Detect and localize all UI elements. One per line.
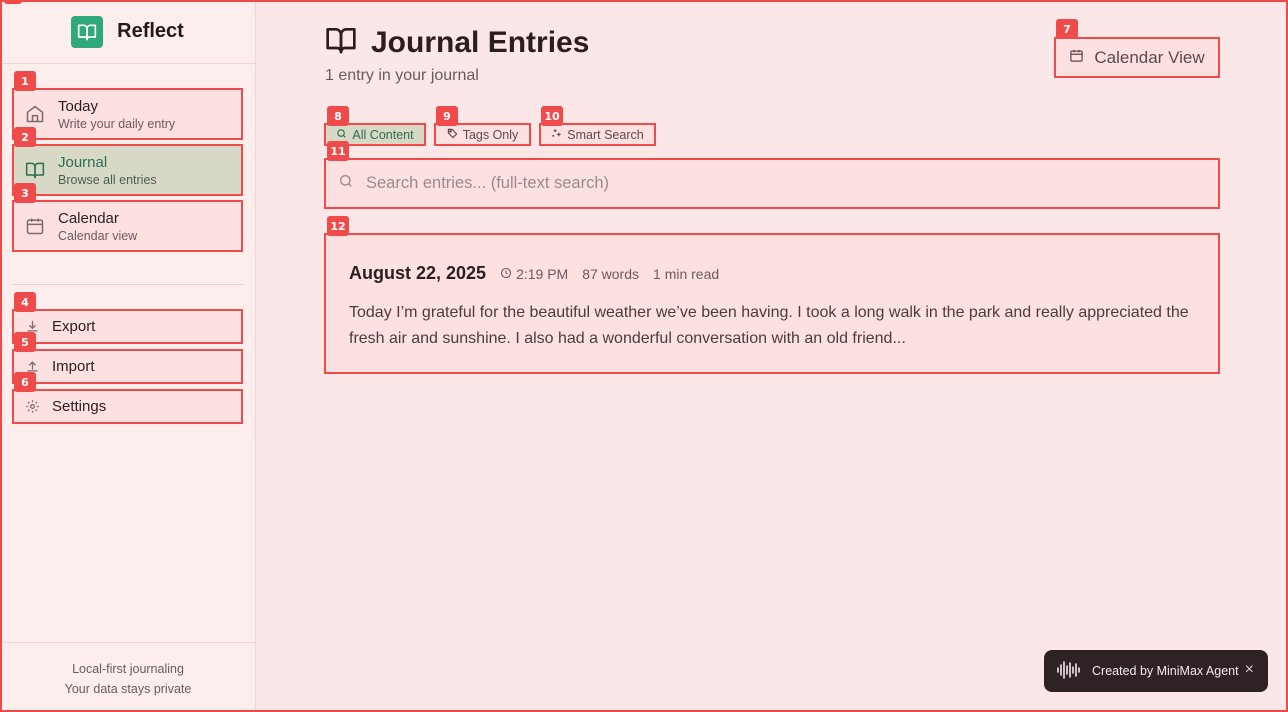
sidebar-item-title: Calendar: [58, 209, 119, 227]
settings-button[interactable]: Settings: [12, 389, 243, 424]
annotation-badge: 5: [14, 332, 36, 352]
corner-marker: [4, 0, 22, 4]
annotation-badge: 11: [327, 141, 349, 161]
clock-icon: [500, 266, 512, 282]
filter-smart-search[interactable]: Smart Search: [539, 123, 656, 146]
filter-tags-only[interactable]: Tags Only: [434, 123, 531, 146]
annotation-badge: 6: [14, 372, 36, 392]
close-icon[interactable]: ×: [1245, 661, 1254, 679]
entry-header: August 22, 2025 2:19 PM 87 words 1 min r…: [349, 263, 1195, 284]
calendar-icon: [1069, 48, 1084, 68]
calendar-view-label: Calendar View: [1094, 47, 1205, 67]
sidebar-item-subtitle: Calendar view: [58, 228, 138, 243]
annotation-badge: 1: [14, 71, 36, 91]
gear-icon: [24, 399, 40, 415]
page-title: Journal Entries: [325, 24, 589, 61]
annotation-badge: 10: [541, 106, 563, 126]
import-label: Import: [52, 358, 95, 375]
calendar-icon: [24, 215, 46, 237]
sidebar-item-subtitle: Browse all entries: [58, 172, 157, 187]
toast: Created by MiniMax Agent ×: [1044, 650, 1268, 692]
footer-line: Your data stays private: [64, 682, 192, 696]
entry-excerpt: Today I’m grateful for the beautiful wea…: [349, 304, 1189, 347]
brand: Reflect: [0, 0, 255, 64]
sidebar-item-today[interactable]: Today Write your daily entry: [12, 88, 243, 140]
tag-icon: [447, 128, 458, 142]
sidebar-item-journal[interactable]: Journal Browse all entries: [12, 144, 243, 196]
settings-label: Settings: [52, 398, 107, 415]
filter-label: All Content: [352, 127, 414, 142]
book-open-icon: [325, 24, 357, 61]
filter-label: Tags Only: [462, 127, 519, 142]
entry-read-time: 1 min read: [653, 266, 720, 282]
calendar-view-button[interactable]: Calendar View: [1054, 37, 1220, 78]
annotation-badge: 4: [14, 292, 36, 312]
annotation-badge: 7: [1056, 19, 1078, 39]
annotation-badge: 9: [436, 106, 458, 126]
annotation-badge: 12: [327, 216, 349, 236]
search-icon: [336, 128, 347, 142]
sidebar: Reflect 1 Today Write your daily entry 2…: [0, 0, 256, 712]
page-title-text: Journal Entries: [371, 25, 590, 59]
footer-line: Local-first journaling: [72, 662, 184, 676]
entry-date: August 22, 2025: [349, 263, 487, 283]
entry-count: 1 entry in your journal: [325, 67, 479, 84]
home-icon: [24, 103, 46, 125]
sidebar-divider: [12, 284, 243, 285]
export-button[interactable]: Export: [12, 309, 243, 344]
annotation-badge: 3: [14, 183, 36, 203]
sidebar-footer: Local-first journaling Your data stays p…: [0, 642, 256, 712]
annotation-badge: 2: [14, 127, 36, 147]
export-label: Export: [52, 318, 96, 335]
toast-label: Created by MiniMax Agent: [1092, 664, 1239, 678]
import-button[interactable]: Import: [12, 349, 243, 384]
sidebar-item-title: Today: [58, 97, 99, 115]
main-content: Journal Entries 1 entry in your journal …: [257, 0, 1288, 712]
sound-wave-icon: [1056, 660, 1082, 683]
filter-label: Smart Search: [567, 127, 644, 142]
sidebar-item-calendar[interactable]: Calendar Calendar view: [12, 200, 243, 252]
entry-time: 2:19 PM: [500, 266, 568, 282]
sidebar-item-title: Journal: [58, 153, 108, 171]
entry-word-count: 87 words: [582, 266, 640, 282]
search-box: [324, 158, 1220, 209]
brand-name: Reflect: [117, 20, 184, 42]
entry-time-text: 2:19 PM: [516, 266, 569, 282]
sparkles-icon: [551, 128, 562, 142]
search-icon: [338, 173, 354, 194]
journal-entry-card[interactable]: August 22, 2025 2:19 PM 87 words 1 min r…: [324, 233, 1220, 374]
sidebar-item-subtitle: Write your daily entry: [58, 116, 176, 131]
book-open-icon: [71, 15, 104, 48]
annotation-badge: 8: [327, 106, 349, 126]
book-open-icon: [24, 159, 46, 181]
search-input[interactable]: [366, 174, 1218, 193]
